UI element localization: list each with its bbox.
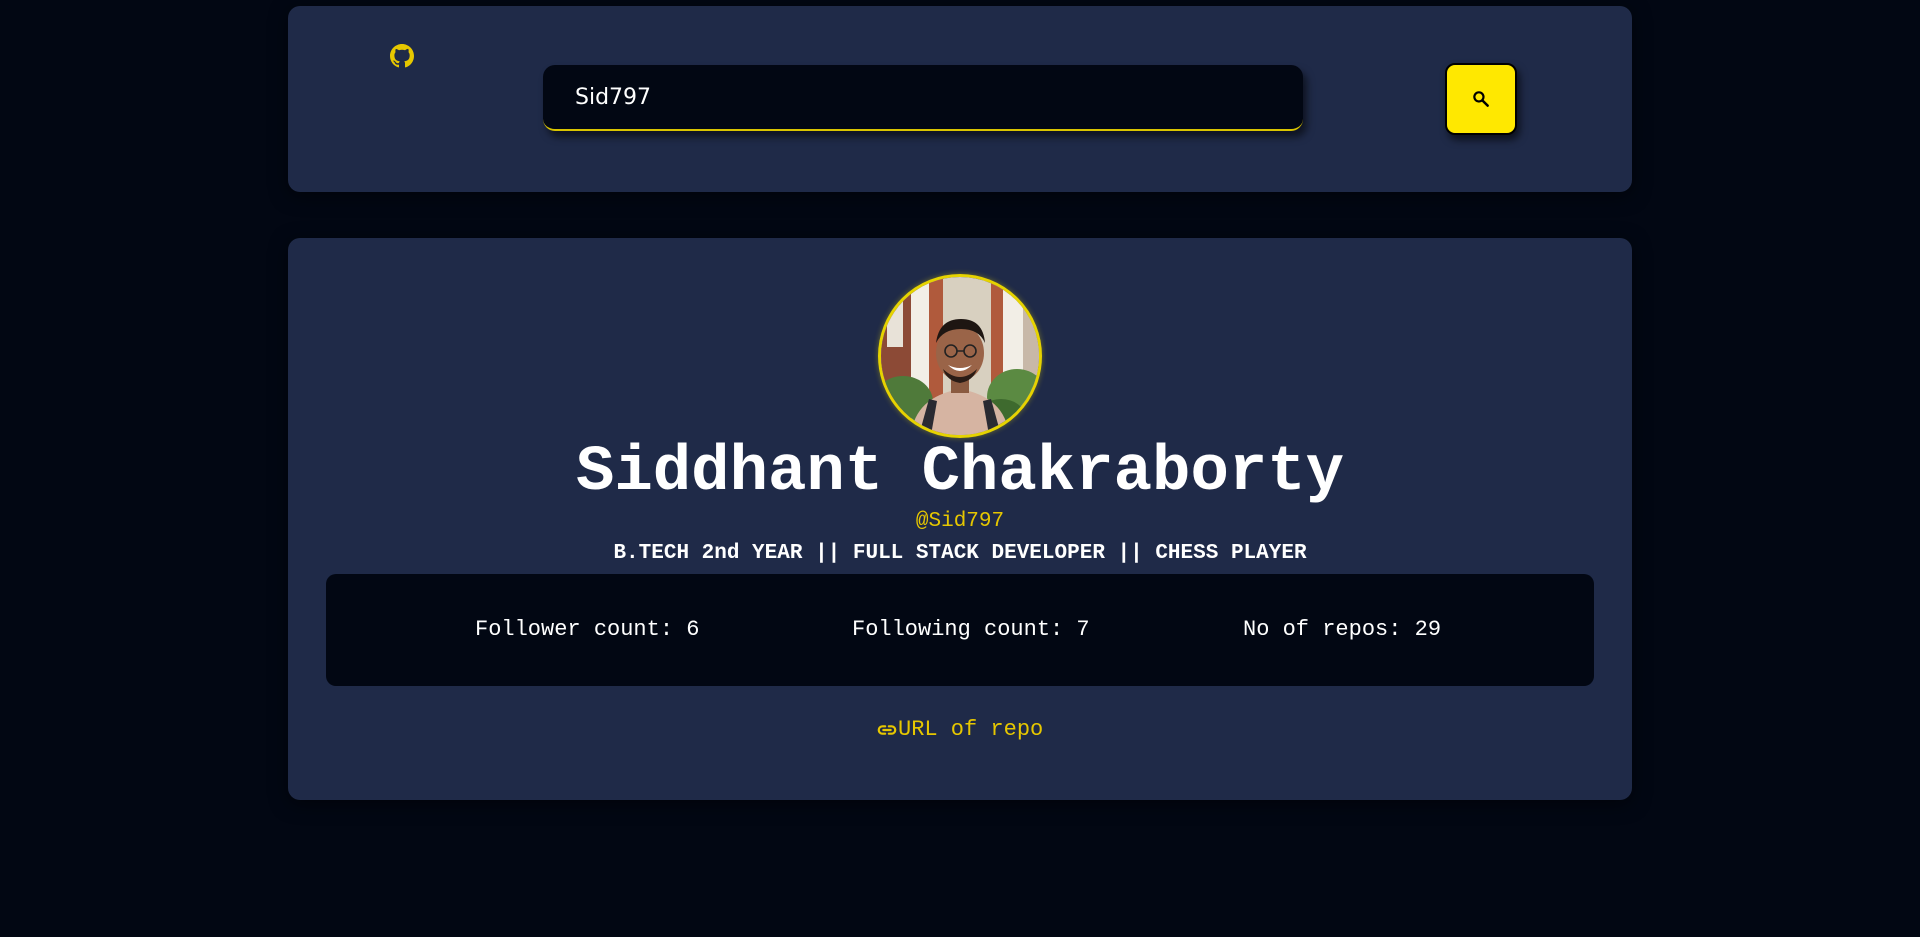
profile-handle[interactable]: @Sid797: [288, 509, 1632, 535]
user-avatar-photo: [881, 277, 1039, 435]
github-icon[interactable]: [390, 44, 414, 68]
link-icon: [877, 725, 897, 735]
search-icon: [1473, 91, 1489, 107]
search-button[interactable]: [1445, 63, 1517, 135]
repo-url-label: URL of repo: [898, 717, 1044, 742]
search-input[interactable]: [575, 65, 1275, 129]
profile-bio: B.TECH 2nd YEAR || FULL STACK DEVELOPER …: [613, 542, 1307, 565]
avatar: [878, 274, 1042, 438]
repo-url-link[interactable]: URL of repo: [876, 716, 1043, 744]
profile-name: Siddhant Chakraborty: [575, 437, 1345, 509]
repo-count: No of repos: 29: [1243, 617, 1442, 642]
stats-panel: Follower count: 6 Following count: 7 No …: [326, 574, 1594, 686]
search-box: [543, 65, 1303, 131]
follower-count: Follower count: 6: [475, 617, 700, 642]
following-count: Following count: 7: [852, 617, 1090, 642]
